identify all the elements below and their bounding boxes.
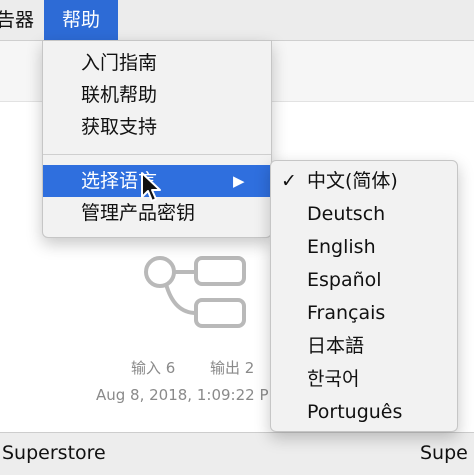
- menu-item-online-help[interactable]: 联机帮助: [43, 79, 271, 111]
- language-submenu: ✓ 中文(简体) Deutsch English Español Françai…: [270, 160, 458, 432]
- language-label: English: [307, 236, 376, 258]
- language-label: 中文(简体): [307, 170, 398, 192]
- menu-item-label: 管理产品密钥: [81, 202, 196, 224]
- language-item-chinese-simplified[interactable]: ✓ 中文(简体): [271, 165, 457, 197]
- language-label: Français: [307, 302, 386, 324]
- footer-datasource-label[interactable]: Superstore: [2, 442, 106, 464]
- footer-datasource-label-2[interactable]: Supe: [420, 442, 468, 464]
- menu-item-label: 联机帮助: [81, 84, 158, 106]
- language-label: Español: [307, 269, 382, 291]
- menu-item-label: 入门指南: [81, 52, 158, 74]
- language-item-japanese[interactable]: 日本語: [271, 330, 457, 362]
- language-label: 한국어: [307, 368, 360, 390]
- checkmark-icon: ✓: [281, 170, 297, 192]
- help-menu: 入门指南 联机帮助 获取支持 选择语言 ▶ 管理产品密钥: [42, 40, 272, 238]
- language-label: Deutsch: [307, 203, 386, 225]
- language-label: 日本語: [307, 335, 365, 357]
- submenu-arrow-icon: ▶: [233, 172, 245, 190]
- inputs-count: 输入 6: [131, 359, 176, 377]
- language-item-portugues[interactable]: Português: [271, 396, 457, 428]
- flow-diagram-icon: [144, 256, 246, 328]
- language-item-korean[interactable]: 한국어: [271, 363, 457, 395]
- menu-item-label: 获取支持: [81, 116, 158, 138]
- menubar-item-help[interactable]: 帮助: [44, 0, 118, 40]
- menu-item-get-support[interactable]: 获取支持: [43, 111, 271, 143]
- menu-separator: [43, 154, 271, 155]
- menubar-item-partial[interactable]: 告器: [0, 0, 34, 40]
- language-label: Português: [307, 401, 403, 423]
- mouse-pointer-icon: [141, 172, 161, 202]
- modified-date: Aug 8, 2018, 1:09:22 P: [96, 386, 269, 404]
- language-item-espanol[interactable]: Español: [271, 264, 457, 296]
- language-item-english[interactable]: English: [271, 231, 457, 263]
- language-item-francais[interactable]: Français: [271, 297, 457, 329]
- menu-item-getting-started[interactable]: 入门指南: [43, 47, 271, 79]
- language-item-deutsch[interactable]: Deutsch: [271, 198, 457, 230]
- outputs-count: 输出 2: [210, 359, 255, 377]
